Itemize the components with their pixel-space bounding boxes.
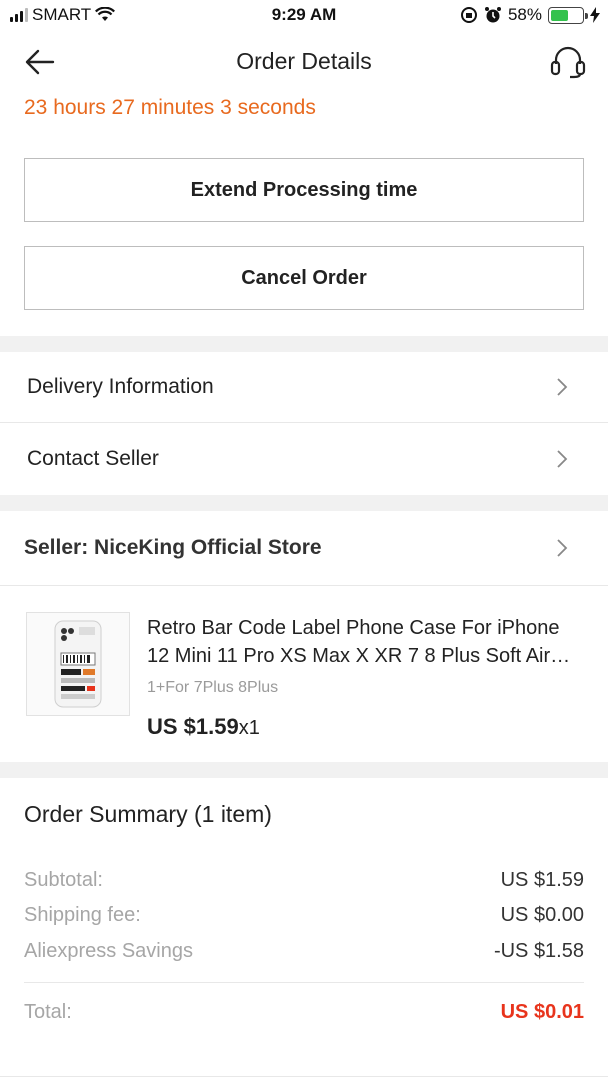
subtotal-row: Subtotal: US $1.59 — [24, 869, 584, 892]
phone-case-image — [54, 620, 102, 708]
chevron-right-icon — [557, 450, 568, 468]
product-title[interactable]: Retro Bar Code Label Phone Case For iPho… — [147, 614, 587, 670]
shipping-label: Shipping fee: — [24, 904, 141, 926]
rotation-lock-icon — [460, 7, 477, 23]
battery-level — [551, 9, 569, 21]
extend-processing-button[interactable]: Extend Processing time — [24, 158, 584, 222]
order-summary-title: Order Summary (1 item) — [24, 801, 272, 827]
chevron-right-icon — [557, 539, 568, 557]
chevron-right-icon — [557, 378, 568, 396]
headset-icon — [550, 46, 586, 79]
delivery-information-row[interactable]: Delivery Information — [0, 352, 608, 422]
charging-icon — [590, 7, 600, 23]
customer-service-button[interactable] — [548, 44, 588, 80]
subtotal-value: US $1.59 — [500, 869, 584, 891]
summary-divider — [24, 982, 584, 983]
total-value: US $0.01 — [500, 1001, 584, 1023]
section-separator — [0, 336, 608, 352]
cancel-order-button[interactable]: Cancel Order — [24, 246, 584, 310]
savings-label: Aliexpress Savings — [24, 940, 193, 962]
section-separator — [0, 762, 608, 778]
status-bar: SMART 9:29 AM 58% — [0, 0, 608, 32]
total-row: Total: US $0.01 — [24, 1001, 584, 1024]
product-thumbnail[interactable] — [26, 612, 130, 716]
alarm-icon — [484, 7, 501, 23]
contact-seller-row[interactable]: Contact Seller — [0, 423, 608, 495]
shipping-row: Shipping fee: US $0.00 — [24, 904, 584, 927]
contact-seller-label: Contact Seller — [27, 447, 159, 470]
nav-bar: Order Details — [0, 32, 608, 92]
subtotal-label: Subtotal: — [24, 869, 103, 891]
system-icons: 58% — [460, 5, 600, 25]
product-price: US $1.59 — [147, 714, 239, 739]
product-variant: 1+For 7Plus 8Plus — [147, 679, 279, 696]
page-title: Order Details — [236, 48, 372, 74]
section-separator — [0, 495, 608, 511]
product-item[interactable]: Retro Bar Code Label Phone Case For iPho… — [0, 586, 608, 762]
savings-row: Aliexpress Savings -US $1.58 — [24, 940, 584, 963]
seller-row[interactable]: Seller: NiceKing Official Store — [0, 511, 608, 585]
savings-value: -US $1.58 — [493, 940, 584, 962]
bottom-divider — [0, 1076, 608, 1077]
battery-percent: 58% — [507, 5, 542, 24]
shipping-value: US $0.00 — [500, 904, 584, 926]
battery-icon — [548, 6, 588, 24]
product-price-line: US $1.59x1 — [147, 714, 260, 740]
seller-name: Seller: NiceKing Official Store — [24, 536, 322, 559]
total-label: Total: — [24, 1001, 72, 1023]
product-quantity: x1 — [238, 717, 260, 739]
delivery-information-label: Delivery Information — [27, 375, 214, 398]
processing-countdown: 23 hours 27 minutes 3 seconds — [24, 96, 316, 119]
